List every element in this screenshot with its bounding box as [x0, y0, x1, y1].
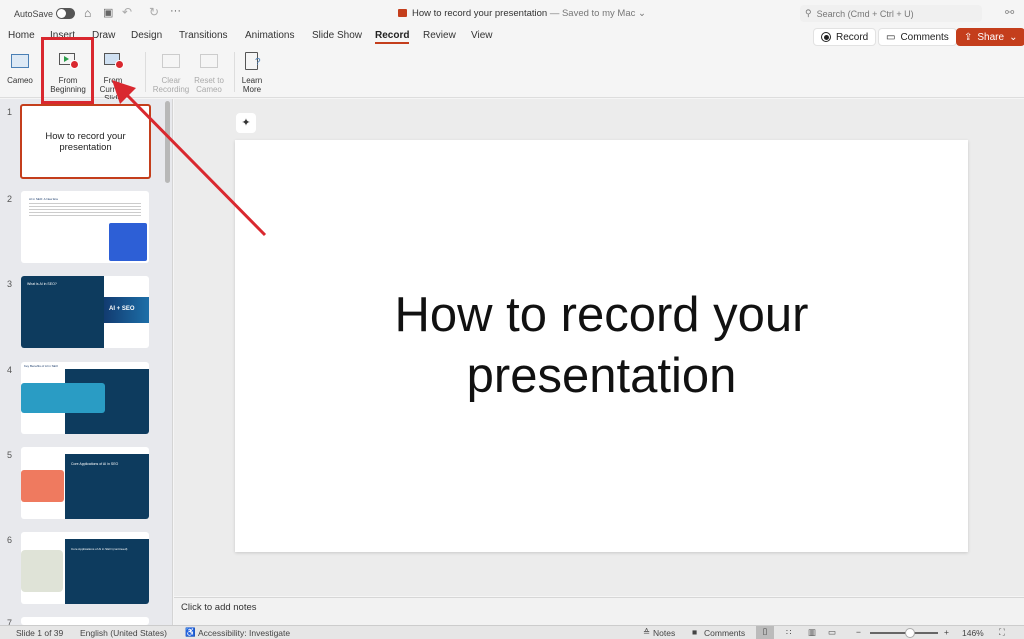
saved-status: — Saved to my Mac	[549, 8, 636, 19]
clear-recording-icon	[160, 50, 182, 72]
record-label: Record	[836, 31, 869, 43]
slideshow-view-icon[interactable]: ▭	[828, 627, 836, 638]
search-input[interactable]: ⚲ Search (Cmd + Ctrl + U)	[800, 5, 982, 22]
slide-sorter-icon[interactable]: ∷	[786, 627, 791, 638]
comments-icon: ■	[692, 627, 698, 637]
notes-toggle[interactable]: Notes	[653, 628, 675, 638]
comments-label: Comments	[900, 31, 949, 43]
share-icon: ⇪	[964, 31, 973, 43]
annotation-highlight-box	[41, 37, 94, 104]
notes-placeholder: Click to add notes	[181, 602, 257, 613]
slide-number: 1	[7, 107, 13, 117]
notes-pane[interactable]: Click to add notes	[174, 597, 1024, 625]
thumb-title: How to record your presentation	[45, 130, 126, 153]
tab-slide-show[interactable]: Slide Show	[312, 30, 362, 41]
record-icon	[821, 32, 831, 42]
share-people-icon[interactable]: ⚯	[1005, 6, 1014, 19]
slide-thumbnail-7[interactable]	[21, 617, 149, 625]
clear-label-2: Recording	[152, 85, 190, 94]
undo-icon[interactable]: ↶	[122, 5, 132, 19]
cameo-button[interactable]: Cameo	[6, 50, 34, 85]
tab-home[interactable]: Home	[8, 30, 35, 41]
document-title[interactable]: How to record your presentation — Saved …	[412, 8, 646, 19]
slide-thumbnail-3[interactable]: What is AI in SEO? AI + SEO	[21, 276, 149, 348]
autosave-toggle[interactable]	[56, 8, 75, 19]
tab-draw[interactable]: Draw	[92, 30, 115, 41]
comments-toggle[interactable]: Comments	[704, 628, 745, 638]
zoom-slider-thumb[interactable]	[905, 628, 915, 638]
slide-number: 3	[7, 279, 13, 289]
current-slide[interactable]: How to record your presentation	[235, 140, 968, 552]
more-icon[interactable]: ···	[170, 5, 181, 17]
learn-more-button[interactable]: ? Learn More	[238, 50, 266, 94]
reading-view-icon[interactable]: ▥	[808, 627, 816, 638]
thumb-title: AI in SEO: A New Era	[29, 197, 58, 201]
divider	[145, 52, 146, 92]
slide-thumbnail-2[interactable]: AI in SEO: A New Era	[21, 191, 149, 263]
slide-thumbnail-1[interactable]: How to record your presentation	[20, 104, 151, 179]
slide-number: 4	[7, 365, 13, 375]
reset-label-2: Cameo	[196, 85, 222, 94]
tab-view[interactable]: View	[471, 30, 493, 41]
slide-number: 6	[7, 535, 13, 545]
notes-icon: ≙	[643, 627, 651, 637]
tab-record[interactable]: Record	[375, 30, 410, 44]
divider	[234, 52, 235, 92]
clear-label-1: Clear	[161, 76, 181, 85]
from-current-slide-button[interactable]: FromCurrent Slide	[90, 50, 136, 103]
autosave-label: AutoSave	[14, 9, 54, 19]
learn-label-2: More	[242, 85, 262, 94]
tab-review[interactable]: Review	[423, 30, 456, 41]
slide-number: 2	[7, 194, 13, 204]
home-icon[interactable]: ⌂	[84, 6, 91, 20]
clear-recording-button[interactable]: Clear Recording	[150, 50, 192, 94]
reset-label-1: Reset to	[194, 76, 224, 85]
title-bar: AutoSave ⌂ ▣ ↶ ↻ ··· How to record your …	[0, 0, 1024, 28]
status-bar: Slide 1 of 39 English (United States) ♿ …	[0, 625, 1024, 639]
thumb-title: Core Applications of AI in SEO	[71, 462, 119, 466]
thumb-title: Core Applications of AI in SEO (continue…	[71, 547, 128, 551]
slide-thumbnail-6[interactable]: Core Applications of AI in SEO (continue…	[21, 532, 149, 604]
zoom-in-button[interactable]: +	[944, 627, 949, 637]
zoom-out-button[interactable]: −	[856, 627, 861, 637]
reset-cameo-icon	[198, 50, 220, 72]
slide-title[interactable]: How to record your presentation	[367, 285, 837, 407]
fit-to-window-icon[interactable]: ⛶	[999, 627, 1005, 638]
learn-label-1: Learn	[241, 76, 263, 85]
help-book-icon: ?	[241, 50, 263, 72]
thumb-title: Key Benefits of AI in SEO	[24, 364, 59, 368]
zoom-slider[interactable]	[870, 628, 938, 638]
tab-transitions[interactable]: Transitions	[179, 30, 228, 41]
presentation-record-icon	[102, 50, 124, 72]
tab-design[interactable]: Design	[131, 30, 162, 41]
doc-title-text: How to record your presentation	[412, 8, 548, 19]
cameo-icon	[9, 50, 31, 72]
cameo-label: Cameo	[7, 76, 33, 85]
ribbon: Cameo FromBeginning FromCurrent Slide Cl…	[0, 44, 1024, 103]
from-current-label-1: From	[103, 76, 123, 85]
panel-scrollbar[interactable]	[165, 101, 170, 183]
accessibility-icon: ♿	[185, 627, 196, 637]
normal-view-icon[interactable]: ▯	[756, 626, 774, 639]
share-label: Share	[977, 31, 1005, 43]
slide-thumbnail-4[interactable]: Key Benefits of AI in SEO	[21, 362, 149, 434]
accessibility-status[interactable]: Accessibility: Investigate	[198, 628, 290, 638]
zoom-level[interactable]: 146%	[962, 628, 984, 638]
slide-number: 5	[7, 450, 13, 460]
tab-animations[interactable]: Animations	[245, 30, 294, 41]
slide-count: Slide 1 of 39	[16, 628, 64, 638]
search-placeholder: Search (Cmd + Ctrl + U)	[816, 8, 914, 19]
reset-to-cameo-button[interactable]: Reset to Cameo	[190, 50, 228, 94]
comment-icon: ▭	[886, 31, 896, 43]
thumb-title: What is AI in SEO?	[27, 282, 57, 286]
powerpoint-icon	[398, 9, 407, 17]
designer-sparkle-icon[interactable]: ✦	[236, 113, 256, 133]
search-icon: ⚲	[805, 8, 812, 18]
chevron-down-icon: ⌄	[1009, 31, 1018, 43]
language[interactable]: English (United States)	[80, 628, 167, 638]
slide-thumbnail-5[interactable]: Core Applications of AI in SEO	[21, 447, 149, 519]
redo-icon[interactable]: ↻	[149, 5, 159, 19]
save-icon[interactable]: ▣	[103, 6, 113, 19]
